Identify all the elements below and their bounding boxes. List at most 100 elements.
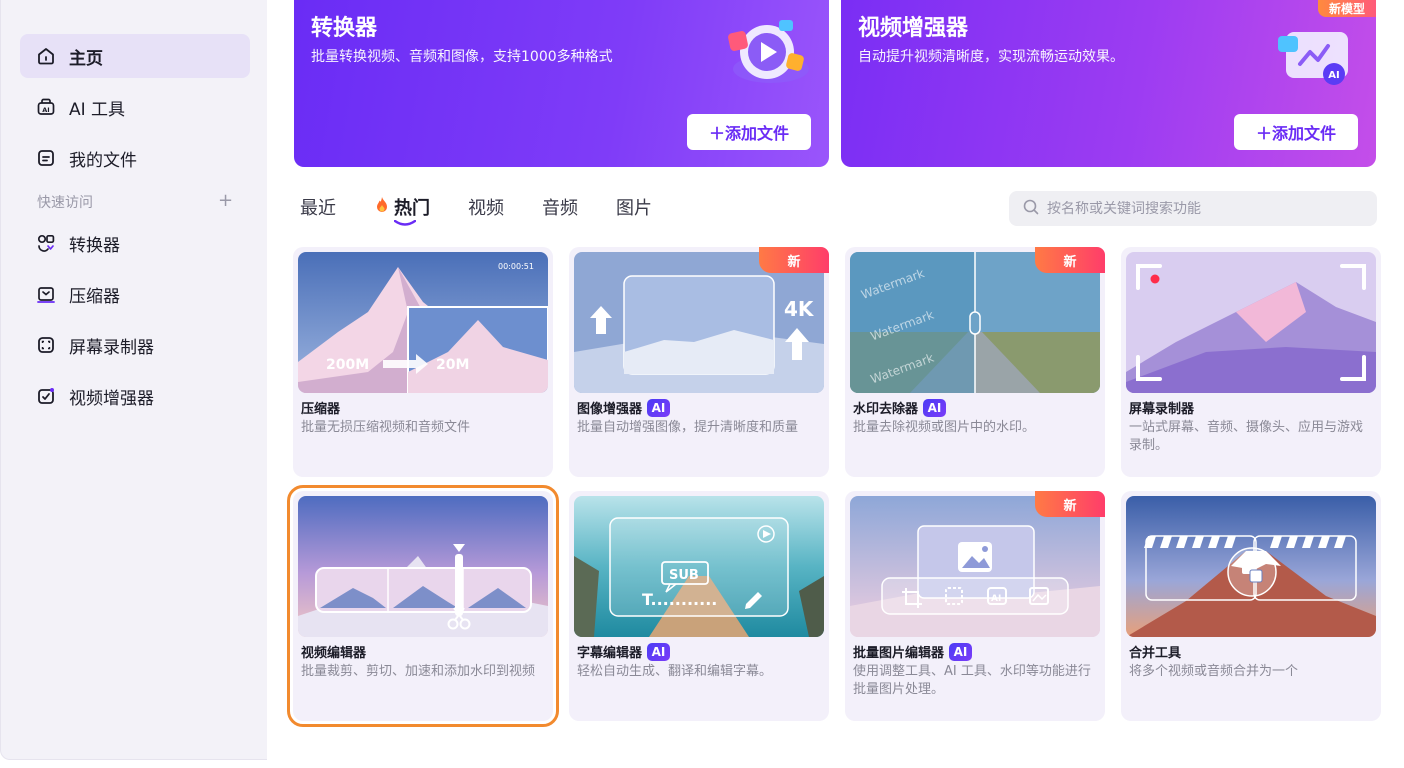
- tool-card-compressor[interactable]: 00:00:51 200M 20M 压缩器 批量无损压缩视频和音频文件: [293, 247, 553, 477]
- svg-text:AI: AI: [42, 106, 49, 114]
- subtitle-editor-thumbnail: SUB T...........: [574, 496, 824, 637]
- thumb-timestamp: 00:00:51: [498, 262, 534, 271]
- tab-image[interactable]: 图片: [616, 194, 652, 220]
- tab-audio[interactable]: 音频: [542, 194, 578, 220]
- batch-image-editor-thumbnail: AI: [850, 496, 1100, 637]
- sidebar-item-label: AI 工具: [69, 99, 126, 120]
- converter-banner[interactable]: 转换器 批量转换视频、音频和图像，支持1000多种格式 ＋添加文件: [294, 0, 829, 167]
- tab-label: 图片: [616, 198, 652, 219]
- tool-card-title-text: 压缩器: [301, 402, 341, 417]
- tool-card-title-text: 批量图片编辑器: [853, 646, 945, 661]
- tab-label: 热门: [394, 198, 430, 219]
- watermark-remover-thumbnail: Watermark Watermark Watermark: [850, 252, 1100, 393]
- banner-title: 转换器: [311, 16, 378, 41]
- active-tab-indicator: [394, 220, 416, 226]
- sidebar-item-ai-tools[interactable]: AI AI 工具: [20, 85, 250, 129]
- banner-title: 视频增强器: [858, 16, 969, 41]
- tool-card-title: 视频编辑器: [301, 642, 366, 661]
- screen-recorder-thumbnail: [1126, 252, 1376, 393]
- tool-card-description: 批量自动增强图像，提升清晰度和质量: [577, 420, 799, 435]
- thumb-size-to: 20M: [436, 357, 469, 373]
- quick-access-add-button[interactable]: +: [218, 190, 233, 211]
- thumb-resolution: 4K: [784, 297, 815, 321]
- category-tabs: 最近 热门 视频 音频 图片: [300, 194, 690, 234]
- tool-card-video-editor[interactable]: 视频编辑器 批量裁剪、剪切、加速和添加水印到视频: [287, 485, 559, 727]
- ai-badge: AI: [923, 398, 947, 417]
- ai-tools-icon: AI: [35, 96, 57, 118]
- tool-card-title: 批量图片编辑器 AI: [853, 642, 973, 661]
- sub-label: SUB: [669, 568, 699, 583]
- ai-tool-glyph: AI: [991, 594, 1001, 604]
- ai-badge: AI: [949, 642, 973, 661]
- sidebar-item-label: 压缩器: [69, 286, 120, 307]
- thumb-size-from: 200M: [326, 357, 369, 373]
- sidebar-item-screen-recorder[interactable]: 屏幕录制器: [20, 323, 250, 367]
- converter-add-file-button[interactable]: ＋添加文件: [687, 114, 811, 150]
- tab-popular[interactable]: 热门: [374, 194, 430, 226]
- tool-card-title: 压缩器: [301, 398, 340, 417]
- tool-card-batch-image-editor[interactable]: AI 新 批量图片编辑器 AI 使用调整工具、AI 工具、水印等功能进行批量图片…: [845, 491, 1105, 721]
- banner-description: 批量转换视频、音频和图像，支持1000多种格式: [311, 49, 613, 65]
- tool-card-description: 批量无损压缩视频和音频文件: [301, 420, 471, 435]
- files-icon: [35, 147, 57, 169]
- home-icon: [35, 45, 57, 67]
- sidebar-item-my-files[interactable]: 我的文件: [20, 136, 250, 180]
- tool-card-description: 批量裁剪、剪切、加速和添加水印到视频: [301, 664, 536, 679]
- video-enhancer-banner[interactable]: 视频增强器 自动提升视频清晰度，实现流畅运动效果。 新模型 AI ＋添加文件: [841, 0, 1376, 167]
- tool-card-description: 批量去除视频或图片中的水印。: [853, 420, 1036, 435]
- sidebar-item-converter[interactable]: 转换器: [20, 221, 250, 265]
- tab-video[interactable]: 视频: [468, 194, 504, 220]
- merge-tool-thumbnail: [1126, 496, 1376, 637]
- video-enhancer-illustration-icon: AI: [1278, 32, 1348, 85]
- sidebar-item-label: 转换器: [69, 235, 120, 256]
- tool-card-watermark-remover[interactable]: Watermark Watermark Watermark 新 水印去除器 AI…: [845, 247, 1105, 477]
- tool-card-description: 一站式屏幕、音频、摄像头、应用与游戏录制。: [1129, 420, 1364, 453]
- tab-recent[interactable]: 最近: [300, 194, 336, 220]
- tab-label: 音频: [542, 198, 578, 219]
- video-enhancer-icon: [35, 385, 57, 407]
- svg-text:AI: AI: [1328, 70, 1339, 81]
- main-content: 转换器 批量转换视频、音频和图像，支持1000多种格式 ＋添加文件 视频增强器 …: [267, 0, 1404, 760]
- quick-access-label: 快速访问: [37, 195, 93, 211]
- tool-card-description: 将多个视频或音频合并为一个: [1129, 664, 1299, 679]
- tool-card-description: 使用调整工具、AI 工具、水印等功能进行批量图片处理。: [853, 664, 1091, 697]
- tool-card-title: 图像增强器 AI: [577, 398, 671, 417]
- compressor-thumbnail: 00:00:51 200M 20M: [298, 252, 548, 393]
- tool-card-title-text: 屏幕录制器: [1129, 402, 1195, 417]
- flame-icon: [374, 196, 390, 218]
- tool-card-title-text: 视频编辑器: [301, 646, 367, 661]
- tool-card-image-enhancer[interactable]: 4K 新 图像增强器 AI 批量自动增强图像，提升清晰度和质量: [569, 247, 829, 477]
- tool-card-merge-tool[interactable]: 合并工具 将多个视频或音频合并为一个: [1121, 491, 1381, 721]
- tool-card-title: 水印去除器 AI: [853, 398, 947, 417]
- tool-card-title: 字幕编辑器 AI: [577, 642, 671, 661]
- sidebar: 主页 AI AI 工具 我的文件 快速访问 + 转换器 压缩器 屏幕录制器 视频…: [0, 0, 267, 760]
- search-box[interactable]: [1009, 191, 1377, 226]
- banner-description: 自动提升视频清晰度，实现流畅运动效果。: [858, 49, 1124, 65]
- tool-card-title-text: 水印去除器: [853, 402, 919, 417]
- search-input[interactable]: [1047, 200, 1367, 217]
- tool-card-screen-recorder[interactable]: 屏幕录制器 一站式屏幕、音频、摄像头、应用与游戏录制。: [1121, 247, 1381, 477]
- converter-illustration-icon: [728, 20, 809, 83]
- image-enhancer-thumbnail: 4K: [574, 252, 824, 393]
- sidebar-item-label: 主页: [69, 48, 103, 69]
- ai-badge: AI: [647, 398, 671, 417]
- tab-label: 视频: [468, 198, 504, 219]
- converter-icon: [35, 232, 57, 254]
- screen-recorder-icon: [35, 334, 57, 356]
- sidebar-item-home[interactable]: 主页: [20, 34, 250, 78]
- new-tag: 新: [1035, 491, 1105, 517]
- video-enhancer-add-file-button[interactable]: ＋添加文件: [1234, 114, 1358, 150]
- search-icon: [1023, 199, 1039, 219]
- tool-card-description: 轻松自动生成、翻译和编辑字幕。: [577, 664, 773, 679]
- app-window: 主页 AI AI 工具 我的文件 快速访问 + 转换器 压缩器 屏幕录制器 视频…: [0, 0, 1404, 768]
- sidebar-item-video-enhancer[interactable]: 视频增强器: [20, 374, 250, 418]
- tool-card-title-text: 合并工具: [1129, 646, 1182, 661]
- ai-badge: AI: [647, 642, 671, 661]
- sidebar-item-compressor[interactable]: 压缩器: [20, 272, 250, 316]
- tab-label: 最近: [300, 198, 336, 219]
- tool-card-subtitle-editor[interactable]: SUB T........... 字幕编辑器 AI 轻松自动生成、翻译和编辑字幕…: [569, 491, 829, 721]
- tool-card-title: 合并工具: [1129, 642, 1181, 661]
- sidebar-item-label: 视频增强器: [69, 388, 154, 409]
- tool-card-title: 屏幕录制器: [1129, 398, 1194, 417]
- sidebar-item-label: 屏幕录制器: [69, 337, 154, 358]
